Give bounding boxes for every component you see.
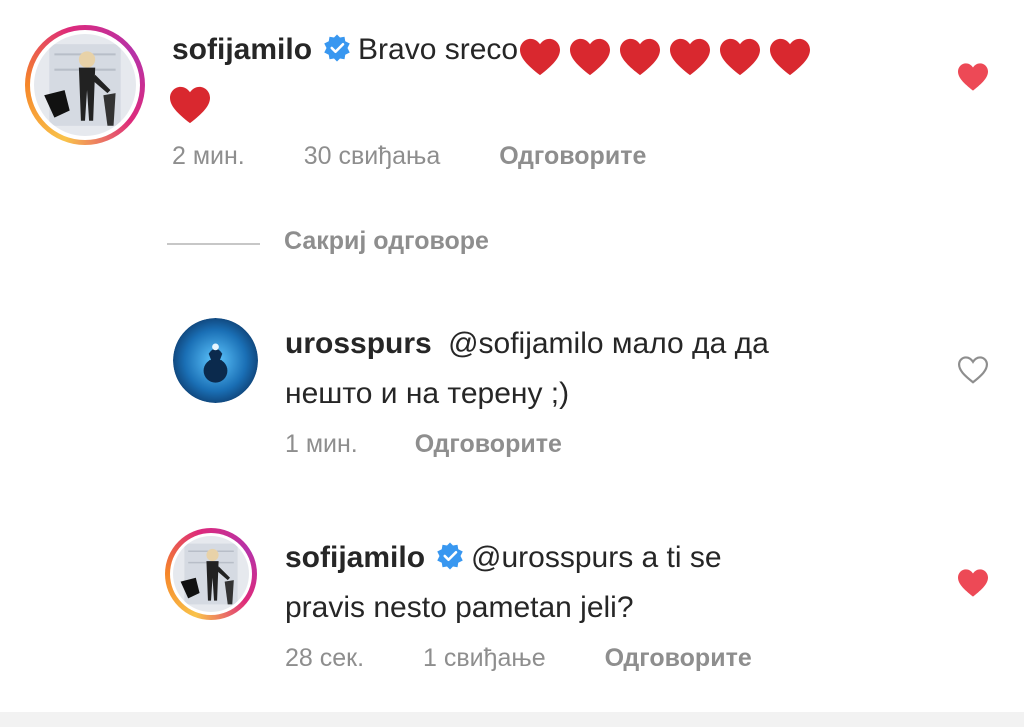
heart-outline-icon[interactable]: [956, 355, 990, 385]
red-heart-emoji-icon: [618, 37, 662, 77]
comment-username[interactable]: sofijamilo: [285, 541, 425, 574]
red-heart-emoji-icon: [168, 85, 212, 125]
comment-username[interactable]: sofijamilo: [172, 33, 312, 66]
comment-text: нешто и на терену ;): [285, 377, 570, 410]
reply-button[interactable]: Одговорите: [499, 142, 646, 171]
verified-badge-icon: [322, 33, 352, 63]
comment-body-line1: sofijamilo @urosspurs a ti se: [285, 536, 722, 580]
reply-button[interactable]: Одговорите: [415, 430, 562, 459]
comment-body-line2: pravis nesto pametan jeli?: [285, 586, 634, 630]
comment-body-line1: sofijamilo Bravo sreco: [172, 28, 818, 78]
comment-time: 28 сек.: [285, 644, 365, 672]
heart-emoji-group: [518, 34, 818, 78]
bottom-edge: [0, 712, 1024, 727]
heart-filled-icon[interactable]: [956, 62, 990, 92]
spurs-avatar[interactable]: [173, 318, 258, 403]
red-heart-emoji-icon: [718, 37, 762, 77]
reply-button[interactable]: Одговорите: [605, 644, 752, 673]
comment-text: Bravo sreco: [358, 33, 519, 66]
verified-badge-icon: [435, 541, 465, 571]
comment-body-line2: нешто и на терену ;): [285, 372, 569, 416]
comment-meta: 2 мин. 30 свиђања Одговорите: [172, 142, 646, 171]
red-heart-emoji-icon: [768, 37, 812, 77]
red-heart-emoji-icon: [668, 37, 712, 77]
comment-likes-count[interactable]: 30 свиђања: [304, 142, 441, 171]
heart-filled-icon[interactable]: [956, 568, 990, 598]
comment-text: pravis nesto pametan jeli?: [285, 591, 634, 624]
comment-time: 2 мин.: [172, 142, 245, 170]
comment-username[interactable]: urosspurs: [285, 327, 432, 360]
comment-meta: 1 мин. Одговорите: [285, 430, 562, 459]
comment-likes-count[interactable]: 1 свиђање: [423, 644, 546, 673]
divider-line: [167, 243, 260, 245]
comment-text: @urosspurs a ti se: [471, 541, 722, 574]
red-heart-emoji-icon: [518, 37, 562, 77]
hide-replies-label[interactable]: Сакриј одговоре: [284, 227, 489, 256]
comment-text: @sofijamilo мало да да: [448, 327, 769, 360]
comment-body-line1: urosspurs @sofijamilo мало да да: [285, 322, 769, 366]
heart-emoji-group: [168, 82, 218, 126]
comment-meta: 28 сек. 1 свиђање Одговорите: [285, 644, 752, 673]
sofijamilo-avatar[interactable]: [165, 528, 257, 620]
comment-time: 1 мин.: [285, 430, 358, 458]
comment-body-line2: [168, 76, 218, 126]
red-heart-emoji-icon: [568, 37, 612, 77]
sofijamilo-avatar[interactable]: [25, 25, 145, 145]
